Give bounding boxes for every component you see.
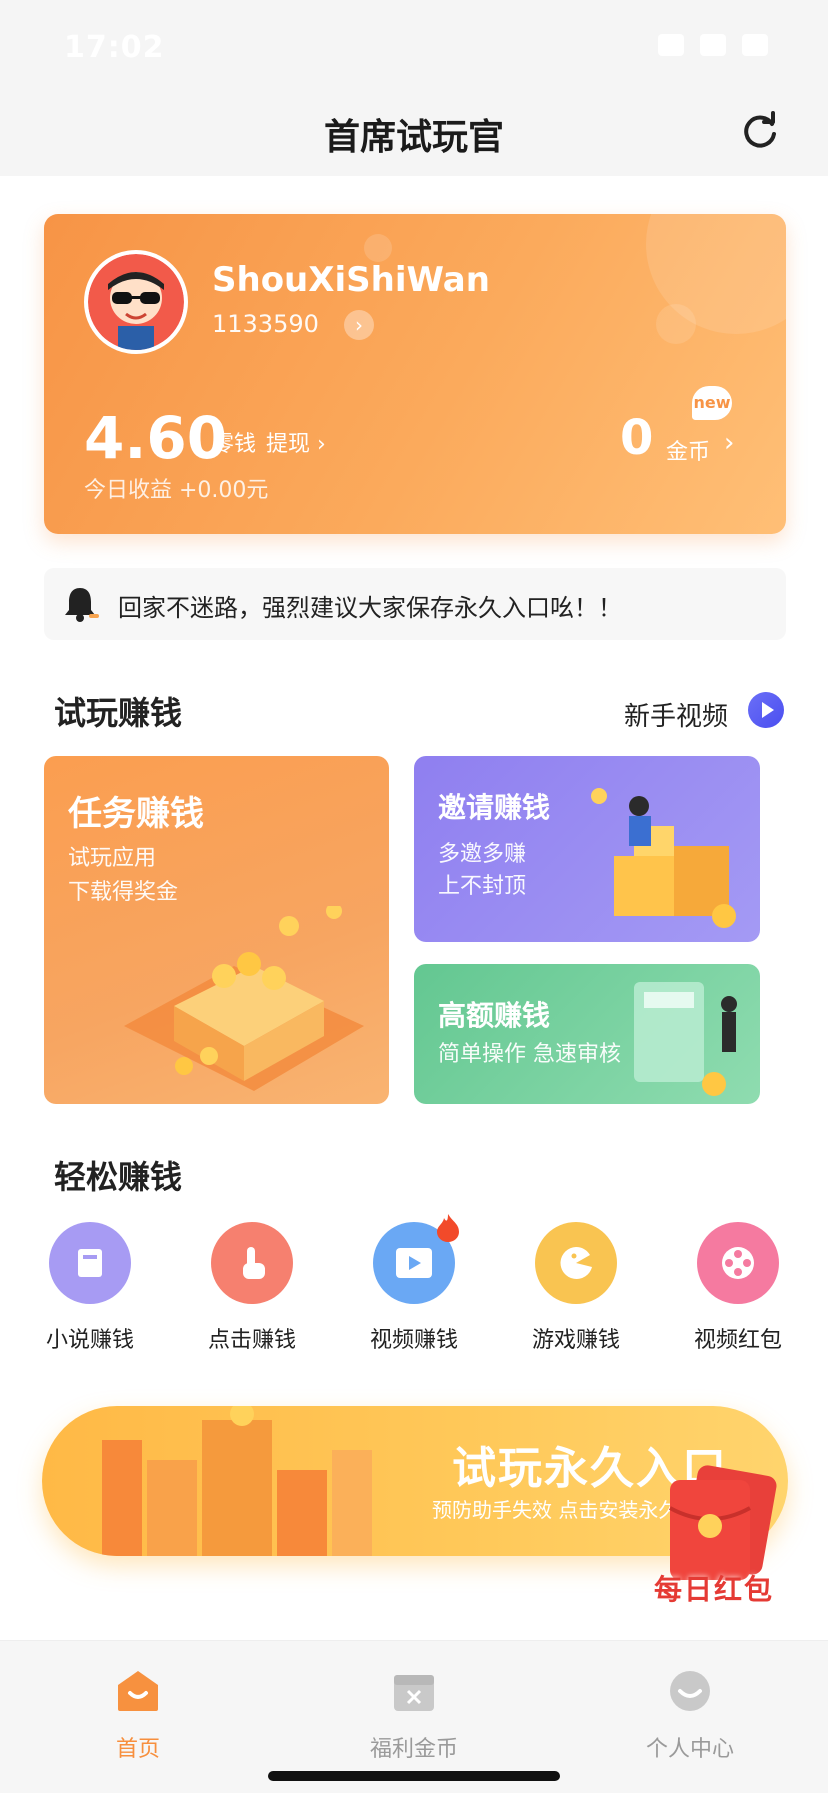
banner-subtitle: 预防助手失效 点击安装永久 xyxy=(432,1498,679,1522)
bell-icon xyxy=(65,588,99,622)
header: 首席试玩官 xyxy=(0,90,828,176)
tab-label: 首页 xyxy=(115,1737,160,1762)
play-icon[interactable] xyxy=(748,692,784,728)
status-time: 17:02 xyxy=(64,30,165,65)
invite-earn-card[interactable]: 邀请赚钱 多邀多赚 上不封顶 xyxy=(414,756,760,942)
task-earn-line1: 试玩应用 xyxy=(68,846,157,871)
newbie-video-link[interactable]: 新手视频 xyxy=(624,696,728,733)
decor-bubble xyxy=(656,304,696,344)
game-icon xyxy=(535,1222,617,1304)
section-title-easy: 轻松赚钱 xyxy=(54,1158,183,1196)
withdraw-label: 提现 xyxy=(266,432,311,457)
balance-label: 零钱 xyxy=(212,432,257,457)
video-icon xyxy=(373,1214,459,1304)
section-title-trial: 试玩赚钱 xyxy=(54,694,183,732)
easy-item-game[interactable]: 游戏赚钱 xyxy=(506,1222,646,1354)
signal-icon xyxy=(658,34,684,56)
coins-value: 0 xyxy=(620,410,654,466)
home-indicator xyxy=(268,1771,560,1781)
tab-profile[interactable]: 个人中心 xyxy=(590,1669,790,1763)
refresh-icon[interactable] xyxy=(738,110,782,154)
gift-icon xyxy=(394,1675,434,1711)
task-earn-card[interactable]: 任务赚钱 试玩应用 下载得奖金 xyxy=(44,756,389,1104)
fire-icon xyxy=(437,1214,459,1242)
tab-welfare-coins[interactable]: 福利金币 xyxy=(314,1669,514,1763)
easy-item-novel[interactable]: 小说赚钱 xyxy=(20,1222,160,1354)
easy-item-label: 点击赚钱 xyxy=(207,1328,296,1353)
user-id: 1133590 xyxy=(212,310,319,338)
avatar[interactable] xyxy=(84,250,188,354)
high-earn-line1: 简单操作 急速审核 xyxy=(438,1042,621,1067)
invite-earn-line1: 多邀多赚 xyxy=(438,842,527,867)
tap-icon xyxy=(211,1222,293,1304)
invite-earn-line2: 上不封顶 xyxy=(438,874,527,899)
person-with-blocks-illustration xyxy=(591,788,736,928)
easy-item-video-redpacket[interactable]: 视频红包 xyxy=(668,1222,808,1354)
coin-box-illustration xyxy=(124,906,364,1091)
easy-earn-row: 小说赚钱 点击赚钱 视频赚钱 游戏赚钱 视频红包 xyxy=(0,1214,828,1353)
notice-text: 回家不迷路，强烈建议大家保存永久入口吆！！ xyxy=(118,594,622,622)
chevron-right-icon[interactable]: › xyxy=(344,310,374,340)
chevron-right-icon: › xyxy=(317,432,326,457)
easy-item-click[interactable]: 点击赚钱 xyxy=(182,1222,322,1354)
profile-icon xyxy=(670,1671,710,1711)
film-reel-icon xyxy=(697,1222,779,1304)
invite-earn-title: 邀请赚钱 xyxy=(438,791,551,824)
today-income: 今日收益 +0.00元 xyxy=(84,478,269,503)
tab-bar: 首页 福利金币 个人中心 xyxy=(0,1640,828,1793)
balance-value: 4.60 xyxy=(84,404,228,472)
wifi-icon xyxy=(700,34,726,56)
notice-bar[interactable]: 回家不迷路，强烈建议大家保存永久入口吆！！ xyxy=(44,568,786,640)
chevron-right-icon[interactable]: › xyxy=(724,428,734,458)
easy-item-label: 视频红包 xyxy=(693,1328,782,1353)
profile-card[interactable]: ShouXiShiWan 1133590 › 4.60 零钱 提现 › 今日收益… xyxy=(44,214,786,534)
task-earn-line2: 下载得奖金 xyxy=(68,880,179,905)
decor-bubble xyxy=(364,234,392,262)
username: ShouXiShiWan xyxy=(212,260,490,300)
tab-home[interactable]: 首页 xyxy=(38,1669,238,1763)
status-icons xyxy=(658,34,768,56)
tab-label: 个人中心 xyxy=(645,1737,734,1762)
status-bar: 17:02 xyxy=(0,0,828,90)
tab-label: 福利金币 xyxy=(369,1737,458,1762)
city-illustration xyxy=(102,1406,372,1556)
battery-icon xyxy=(742,34,768,56)
easy-item-video[interactable]: 视频赚钱 xyxy=(344,1214,484,1354)
high-earn-card[interactable]: 高额赚钱 简单操作 急速审核 xyxy=(414,964,760,1104)
easy-item-label: 小说赚钱 xyxy=(45,1328,134,1353)
high-earn-title: 高额赚钱 xyxy=(438,999,551,1032)
daily-redpacket-label[interactable]: 每日红包 xyxy=(654,1568,774,1608)
coins-label[interactable]: 金币 xyxy=(666,434,710,466)
calculator-illustration xyxy=(634,982,737,1096)
easy-item-label: 游戏赚钱 xyxy=(531,1328,620,1353)
withdraw-link[interactable]: 提现 › xyxy=(266,426,326,458)
new-badge: new xyxy=(692,386,732,420)
page-title: 首席试玩官 xyxy=(323,117,504,158)
avatar-icon xyxy=(88,254,184,350)
task-earn-title: 任务赚钱 xyxy=(68,794,204,834)
easy-item-label: 视频赚钱 xyxy=(369,1328,458,1353)
book-icon xyxy=(49,1222,131,1304)
home-icon xyxy=(118,1671,158,1711)
